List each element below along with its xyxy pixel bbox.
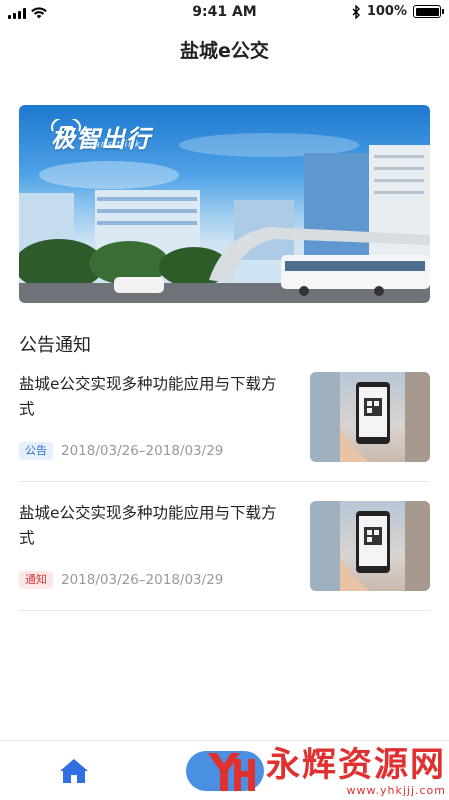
news-badge: 公告 (19, 442, 53, 460)
logo-icon (51, 119, 81, 138)
battery-percent: 100% (366, 4, 407, 19)
bluetooth-icon (352, 4, 360, 19)
status-right: 100% (352, 4, 444, 19)
news-title: 盐城e公交实现多种功能应用与下载方式 (19, 504, 277, 547)
watermark-url: www.yhkjjj.com (346, 784, 446, 797)
news-title: 盐城e公交实现多种功能应用与下载方式 (19, 375, 277, 418)
watermark-text: 永辉资源网 (266, 745, 446, 785)
watermark: 永辉资源网 www.yhkjjj.com (200, 746, 446, 797)
news-meta: 公告 2018/03/26–2018/03/29 (19, 442, 223, 460)
news-meta: 通知 2018/03/26–2018/03/29 (19, 571, 223, 589)
news-thumbnail (310, 372, 430, 462)
watermark-logo-icon (208, 752, 255, 791)
section-title: 公告通知 (19, 335, 91, 356)
news-date: 2018/03/26–2018/03/29 (61, 443, 224, 459)
news-item[interactable]: 盐城e公交实现多种功能应用与下载方式 公告 2018/03/26–2018/03… (19, 372, 430, 482)
news-badge: 通知 (19, 571, 53, 589)
watermark-text-group: 永辉资源网 www.yhkjjj.com (266, 746, 446, 797)
news-thumbnail (310, 501, 430, 591)
news-date: 2018/03/26–2018/03/29 (61, 572, 224, 588)
status-bar: 9:41 AM 100% (0, 0, 449, 26)
banner-carousel[interactable]: 极智出行 transitlink (19, 105, 430, 303)
page-title: 盐城e公交 (180, 40, 269, 62)
home-icon[interactable] (58, 757, 90, 785)
battery-icon (413, 5, 444, 18)
news-item[interactable]: 盐城e公交实现多种功能应用与下载方式 通知 2018/03/26–2018/03… (19, 501, 430, 611)
banner-logo-sub: transitlink (85, 140, 142, 150)
